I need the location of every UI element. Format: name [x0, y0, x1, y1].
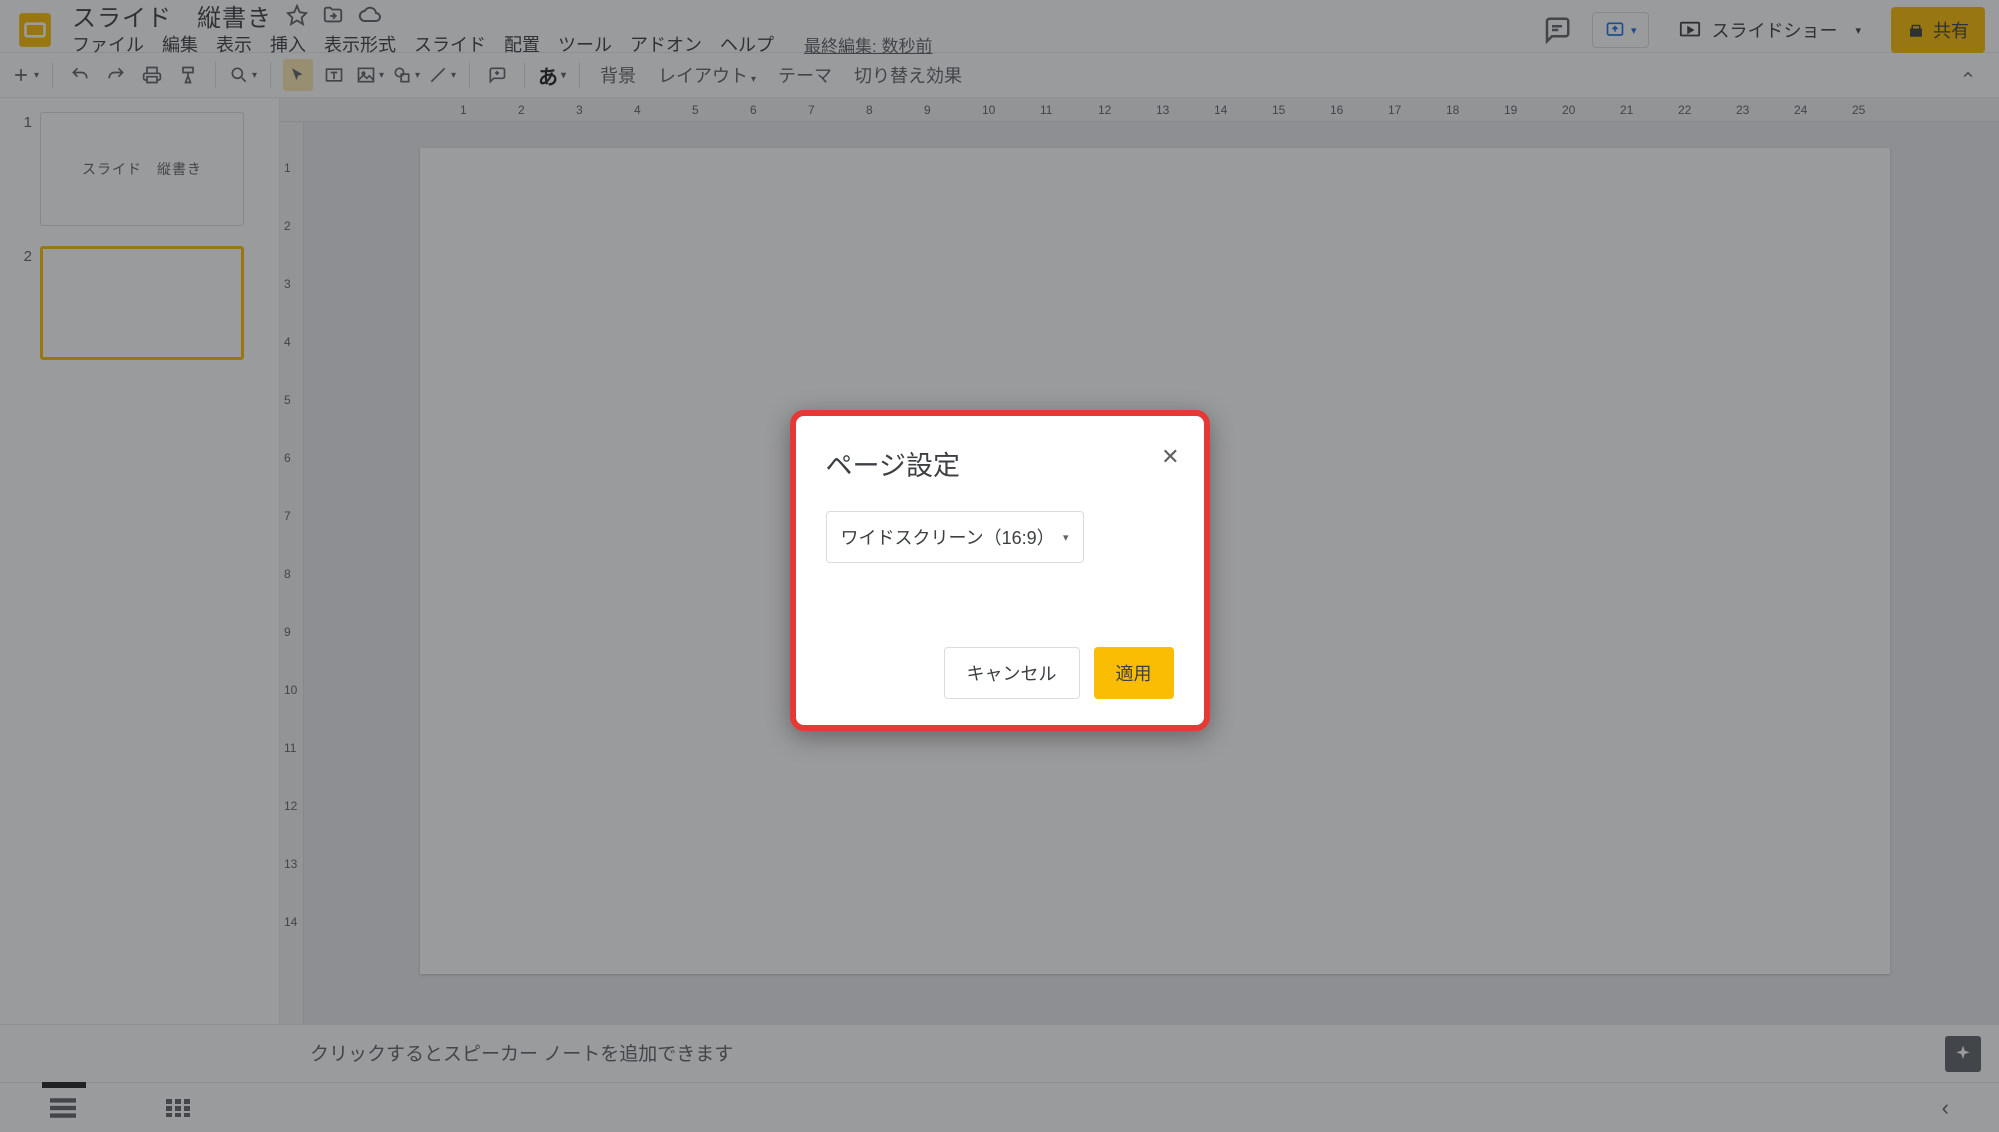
page-setup-dialog: ページ設定 ✕ ワイドスクリーン（16:9） キャンセル 適用: [796, 416, 1204, 725]
dialog-highlight: ページ設定 ✕ ワイドスクリーン（16:9） キャンセル 適用: [790, 410, 1210, 731]
select-value: ワイドスクリーン（16:9）: [841, 524, 1055, 550]
close-icon[interactable]: ✕: [1161, 444, 1179, 470]
modal-overlay: ページ設定 ✕ ワイドスクリーン（16:9） キャンセル 適用: [0, 0, 1999, 1132]
cancel-button[interactable]: キャンセル: [944, 647, 1080, 699]
apply-button[interactable]: 適用: [1094, 647, 1174, 699]
aspect-ratio-select[interactable]: ワイドスクリーン（16:9）: [826, 511, 1084, 563]
dialog-title: ページ設定: [826, 444, 1174, 483]
